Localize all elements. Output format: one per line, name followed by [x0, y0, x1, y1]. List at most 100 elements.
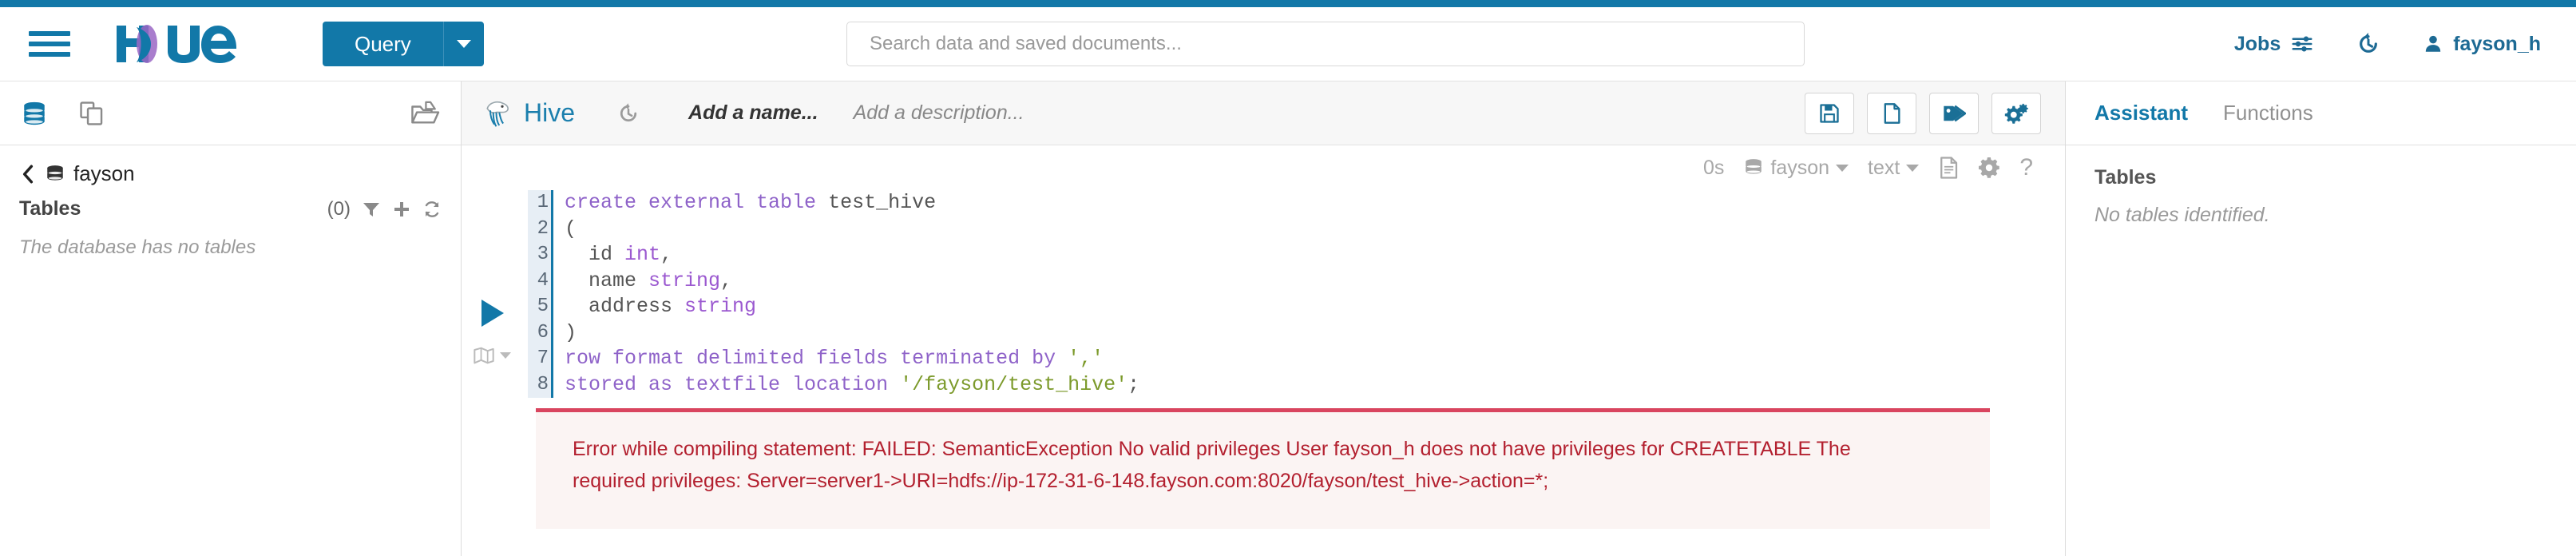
- tags-icon: [1942, 102, 1966, 125]
- code-token: string: [648, 269, 720, 292]
- save-button[interactable]: [1805, 93, 1854, 134]
- left-assist-panel: fayson Tables (0) The database: [0, 81, 462, 556]
- code-token: ,: [720, 269, 732, 292]
- tables-header: Tables (0): [0, 189, 461, 225]
- floppy-disk-icon: [1818, 102, 1841, 125]
- search-input[interactable]: [846, 22, 1805, 66]
- code-line: ): [565, 320, 1139, 347]
- assist-tab-sources[interactable]: [21, 100, 48, 127]
- editor-gutter-controls: [462, 190, 528, 398]
- file-text-icon[interactable]: [1938, 156, 1959, 180]
- query-error-box: Error while compiling statement: FAILED:…: [536, 408, 1990, 529]
- sliders-icon: [2290, 32, 2314, 56]
- refresh-icon[interactable]: [422, 200, 442, 219]
- code-line: create external table test_hive: [565, 190, 1139, 216]
- tab-assistant[interactable]: Assistant: [2094, 101, 2188, 125]
- map-icon: [473, 346, 495, 365]
- code-token: create external table: [565, 191, 828, 214]
- error-message-line1: Error while compiling statement: FAILED:…: [555, 433, 1971, 465]
- elapsed-time: 0s: [1703, 157, 1724, 180]
- query-status-bar: 0s fayson text: [462, 145, 2065, 190]
- error-message-line2: required privileges: Server=server1->URI…: [555, 465, 1971, 497]
- code-token: ,: [660, 243, 672, 266]
- gears-icon: [2004, 102, 2028, 125]
- jobs-label: Jobs: [2234, 33, 2281, 56]
- assistant-tabbar: Assistant Functions: [2066, 81, 2576, 145]
- tab-functions[interactable]: Functions: [2223, 101, 2313, 125]
- code-token: stored as textfile location: [565, 373, 900, 396]
- code-token: ',': [1068, 347, 1104, 370]
- result-format-selector[interactable]: text: [1868, 157, 1919, 180]
- database-breadcrumb[interactable]: fayson: [0, 145, 461, 189]
- editor-panel: Hive Add a name... Add a description...: [462, 81, 2065, 556]
- chevron-down-icon: [1836, 165, 1849, 172]
- chevron-down-icon: [500, 352, 511, 359]
- assist-panel-tabbar: [0, 81, 461, 145]
- document-name-field[interactable]: Add a name...: [688, 101, 818, 125]
- engine-name: Hive: [524, 98, 575, 128]
- code-token: int: [624, 243, 660, 266]
- tables-title: Tables: [19, 197, 81, 220]
- database-selector[interactable]: fayson: [1743, 157, 1849, 180]
- line-number: 1: [528, 190, 549, 216]
- line-number: 6: [528, 320, 549, 347]
- code-token: string: [684, 295, 756, 318]
- tables-empty-message: The database has no tables: [0, 225, 461, 270]
- code-line: stored as textfile location '/fayson/tes…: [565, 372, 1139, 399]
- query-button-group[interactable]: Query: [323, 22, 484, 66]
- open-folder-button[interactable]: [410, 100, 440, 127]
- tables-count: (0): [327, 198, 351, 220]
- query-dropdown-toggle[interactable]: [444, 22, 484, 66]
- editor-history-button[interactable]: [616, 101, 640, 125]
- hive-icon: [482, 97, 514, 129]
- open-folder-icon: [410, 100, 440, 127]
- sql-code-content[interactable]: create external table test_hive( id int,…: [553, 190, 1139, 398]
- gear-icon[interactable]: [1978, 157, 2000, 179]
- query-button[interactable]: Query: [323, 22, 444, 66]
- database-icon: [1743, 157, 1764, 178]
- hamburger-menu-icon[interactable]: [29, 28, 70, 60]
- settings-button[interactable]: [1991, 93, 2041, 134]
- username-label: fayson_h: [2453, 33, 2541, 56]
- assist-tab-documents[interactable]: [78, 100, 105, 127]
- line-number: 4: [528, 268, 549, 295]
- chevron-down-icon: [457, 40, 471, 48]
- code-token: (: [565, 217, 577, 240]
- run-query-button[interactable]: [482, 300, 504, 327]
- tags-button[interactable]: [1929, 93, 1979, 134]
- database-name: fayson: [1770, 157, 1829, 180]
- main-body: fayson Tables (0) The database: [0, 81, 2576, 556]
- line-number: 3: [528, 242, 549, 268]
- assistant-section-title: Tables: [2066, 145, 2576, 189]
- new-document-button[interactable]: [1867, 93, 1916, 134]
- line-number: 5: [528, 294, 549, 320]
- file-icon: [1881, 102, 1902, 125]
- result-format-label: text: [1868, 157, 1900, 180]
- job-history-button[interactable]: [2356, 31, 2381, 57]
- document-description-field[interactable]: Add a description...: [854, 101, 1024, 125]
- code-token: ;: [1127, 373, 1139, 396]
- plus-icon[interactable]: [392, 200, 411, 219]
- editor-toolbar-actions: [1805, 93, 2041, 134]
- global-search: [846, 22, 1805, 66]
- code-token: id: [565, 243, 624, 266]
- line-number: 2: [528, 216, 549, 243]
- user-menu[interactable]: fayson_h: [2423, 33, 2541, 56]
- global-navbar: Query Jobs: [0, 7, 2576, 81]
- code-line: id int,: [565, 242, 1139, 268]
- history-icon: [2356, 31, 2381, 57]
- jobs-link[interactable]: Jobs: [2234, 32, 2314, 56]
- line-number: 8: [528, 372, 549, 399]
- engine-selector[interactable]: Hive: [482, 97, 575, 129]
- code-token: ): [565, 321, 577, 344]
- database-icon: [21, 100, 48, 127]
- chevron-left-icon: [19, 164, 37, 185]
- minimap-toggle[interactable]: [473, 346, 511, 365]
- hue-logo[interactable]: [112, 20, 256, 68]
- question-mark-icon[interactable]: ?: [2019, 154, 2033, 181]
- code-token: test_hive: [828, 191, 936, 214]
- filter-icon[interactable]: [362, 200, 381, 219]
- chevron-down-icon: [1906, 165, 1919, 172]
- assistant-empty-message: No tables identified.: [2066, 189, 2576, 241]
- right-assistant-panel: Assistant Functions Tables No tables ide…: [2065, 81, 2576, 556]
